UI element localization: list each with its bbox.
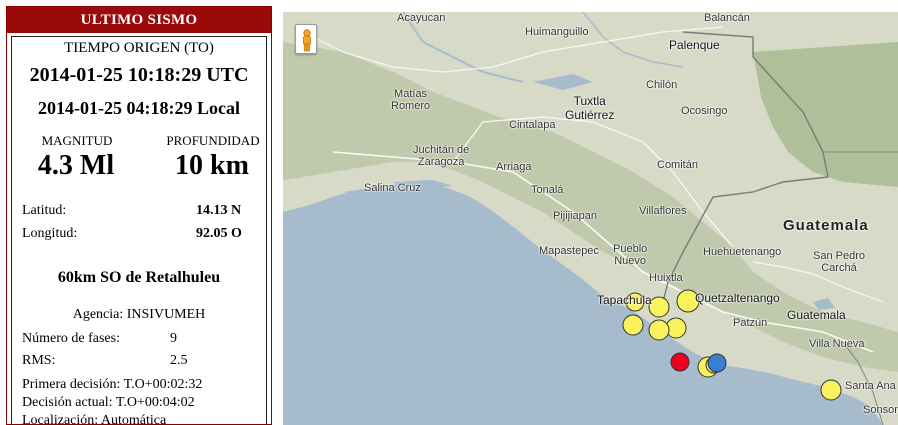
origin-time-utc: 2014-01-25 10:18:29 UTC (29, 64, 249, 86)
map-label-ocosingo: Ocosingo (681, 105, 728, 117)
map-label-tuxtla: Tuxtla Gutiérrez (565, 94, 615, 122)
latitude-label: Latitud: (22, 203, 67, 218)
last-earthquake-panel: ULTIMO SISMO TIEMPO ORIGEN (TO) 2014-01-… (6, 6, 272, 425)
map-label-villa-nueva: Villa Nueva (809, 338, 865, 350)
map-label-palenque: Palenque (669, 38, 720, 52)
localization: Localización: Automática (22, 413, 167, 425)
epicenter-location: 60km SO de Retalhuleu (57, 269, 221, 286)
rms-value: 2.5 (170, 353, 188, 368)
map-label-pueblo-nuevo: Pueblo Nuevo (613, 243, 648, 267)
magnitude-value: 4.3 Ml (37, 150, 115, 181)
pegman-icon[interactable] (295, 24, 317, 54)
longitude-value: 92.05 O (196, 226, 242, 241)
map-label-santa-ana: Santa Ana (845, 380, 896, 392)
depth-value: 10 km (175, 150, 249, 181)
quake-marker-old[interactable] (820, 379, 842, 401)
map-label-arriaga: Arriaga (496, 161, 532, 173)
map-label-salina-cruz: Salina Cruz (364, 182, 421, 194)
origin-time-label: TIEMPO ORIGEN (TO) (64, 40, 214, 56)
earthquake-details: TIEMPO ORIGEN (TO) 2014-01-25 10:18:29 U… (11, 36, 267, 425)
map-label-guatemala-country: Guatemala (783, 217, 869, 234)
magnitude-label: MAGNITUD (41, 133, 113, 148)
map-label-tapachula: Tapachula (597, 293, 652, 307)
panel-title: ULTIMO SISMO (7, 7, 271, 33)
phases-value: 9 (170, 331, 177, 346)
quake-marker-old[interactable] (648, 319, 670, 341)
current-decision: Decisión actual: T.O+00:04:02 (22, 395, 195, 410)
map-label-tonala: Tonalá (531, 184, 564, 196)
map-label-acayucan: Acayucan (397, 12, 446, 24)
map-label-huehuetenango: Huehuetenango (703, 246, 782, 258)
map-label-cintalapa: Cintalapa (509, 119, 556, 131)
phases-label: Número de fases: (22, 331, 120, 346)
quake-marker-old[interactable] (648, 296, 670, 318)
map-label-guatemala-city: Guatemala (787, 308, 846, 322)
origin-time-local: 2014-01-25 04:18:29 Local (38, 98, 240, 118)
earthquake-map[interactable]: Acayucan Balancán Huimanguillo Palenque … (283, 12, 898, 425)
map-label-quetzaltenango: Quetzaltenango (695, 291, 780, 305)
map-label-huixtla: Huixtla (649, 272, 683, 284)
agency: Agencia: INSIVUMEH (72, 307, 206, 322)
map-label-huimanguillo: Huimanguillo (525, 26, 589, 38)
rms-label: RMS: (22, 353, 56, 368)
map-label-pijijiapan: Pijijiapan (553, 210, 598, 222)
map-label-juchitan: Juchitán de Zaragoza (413, 144, 470, 168)
quake-marker-old[interactable] (622, 314, 644, 336)
map-label-balancan: Balancán (704, 12, 750, 24)
map-label-matias-romero: Matías Romero (391, 88, 431, 112)
map-label-patzun: Patzún (733, 317, 768, 329)
map-label-mapastepec: Mapastepec (539, 245, 599, 257)
map-label-comitan: Comitán (657, 159, 698, 171)
map-label-chilon: Chilón (646, 79, 678, 91)
map-label-villaflores: Villaflores (639, 205, 687, 217)
map-label-sonsonate: Sonsonat (863, 404, 898, 416)
first-decision: Primera decisión: T.O+00:02:32 (22, 377, 203, 392)
depth-label: PROFUNDIDAD (166, 133, 260, 148)
quake-marker-latest[interactable] (670, 352, 690, 372)
latitude-value: 14.13 N (196, 203, 242, 218)
street-view-icon (303, 29, 311, 52)
longitude-label: Longitud: (22, 226, 78, 241)
map-label-san-pedro-carcha: San Pedro Carchá (813, 250, 865, 274)
quake-marker-recent[interactable] (707, 353, 727, 373)
